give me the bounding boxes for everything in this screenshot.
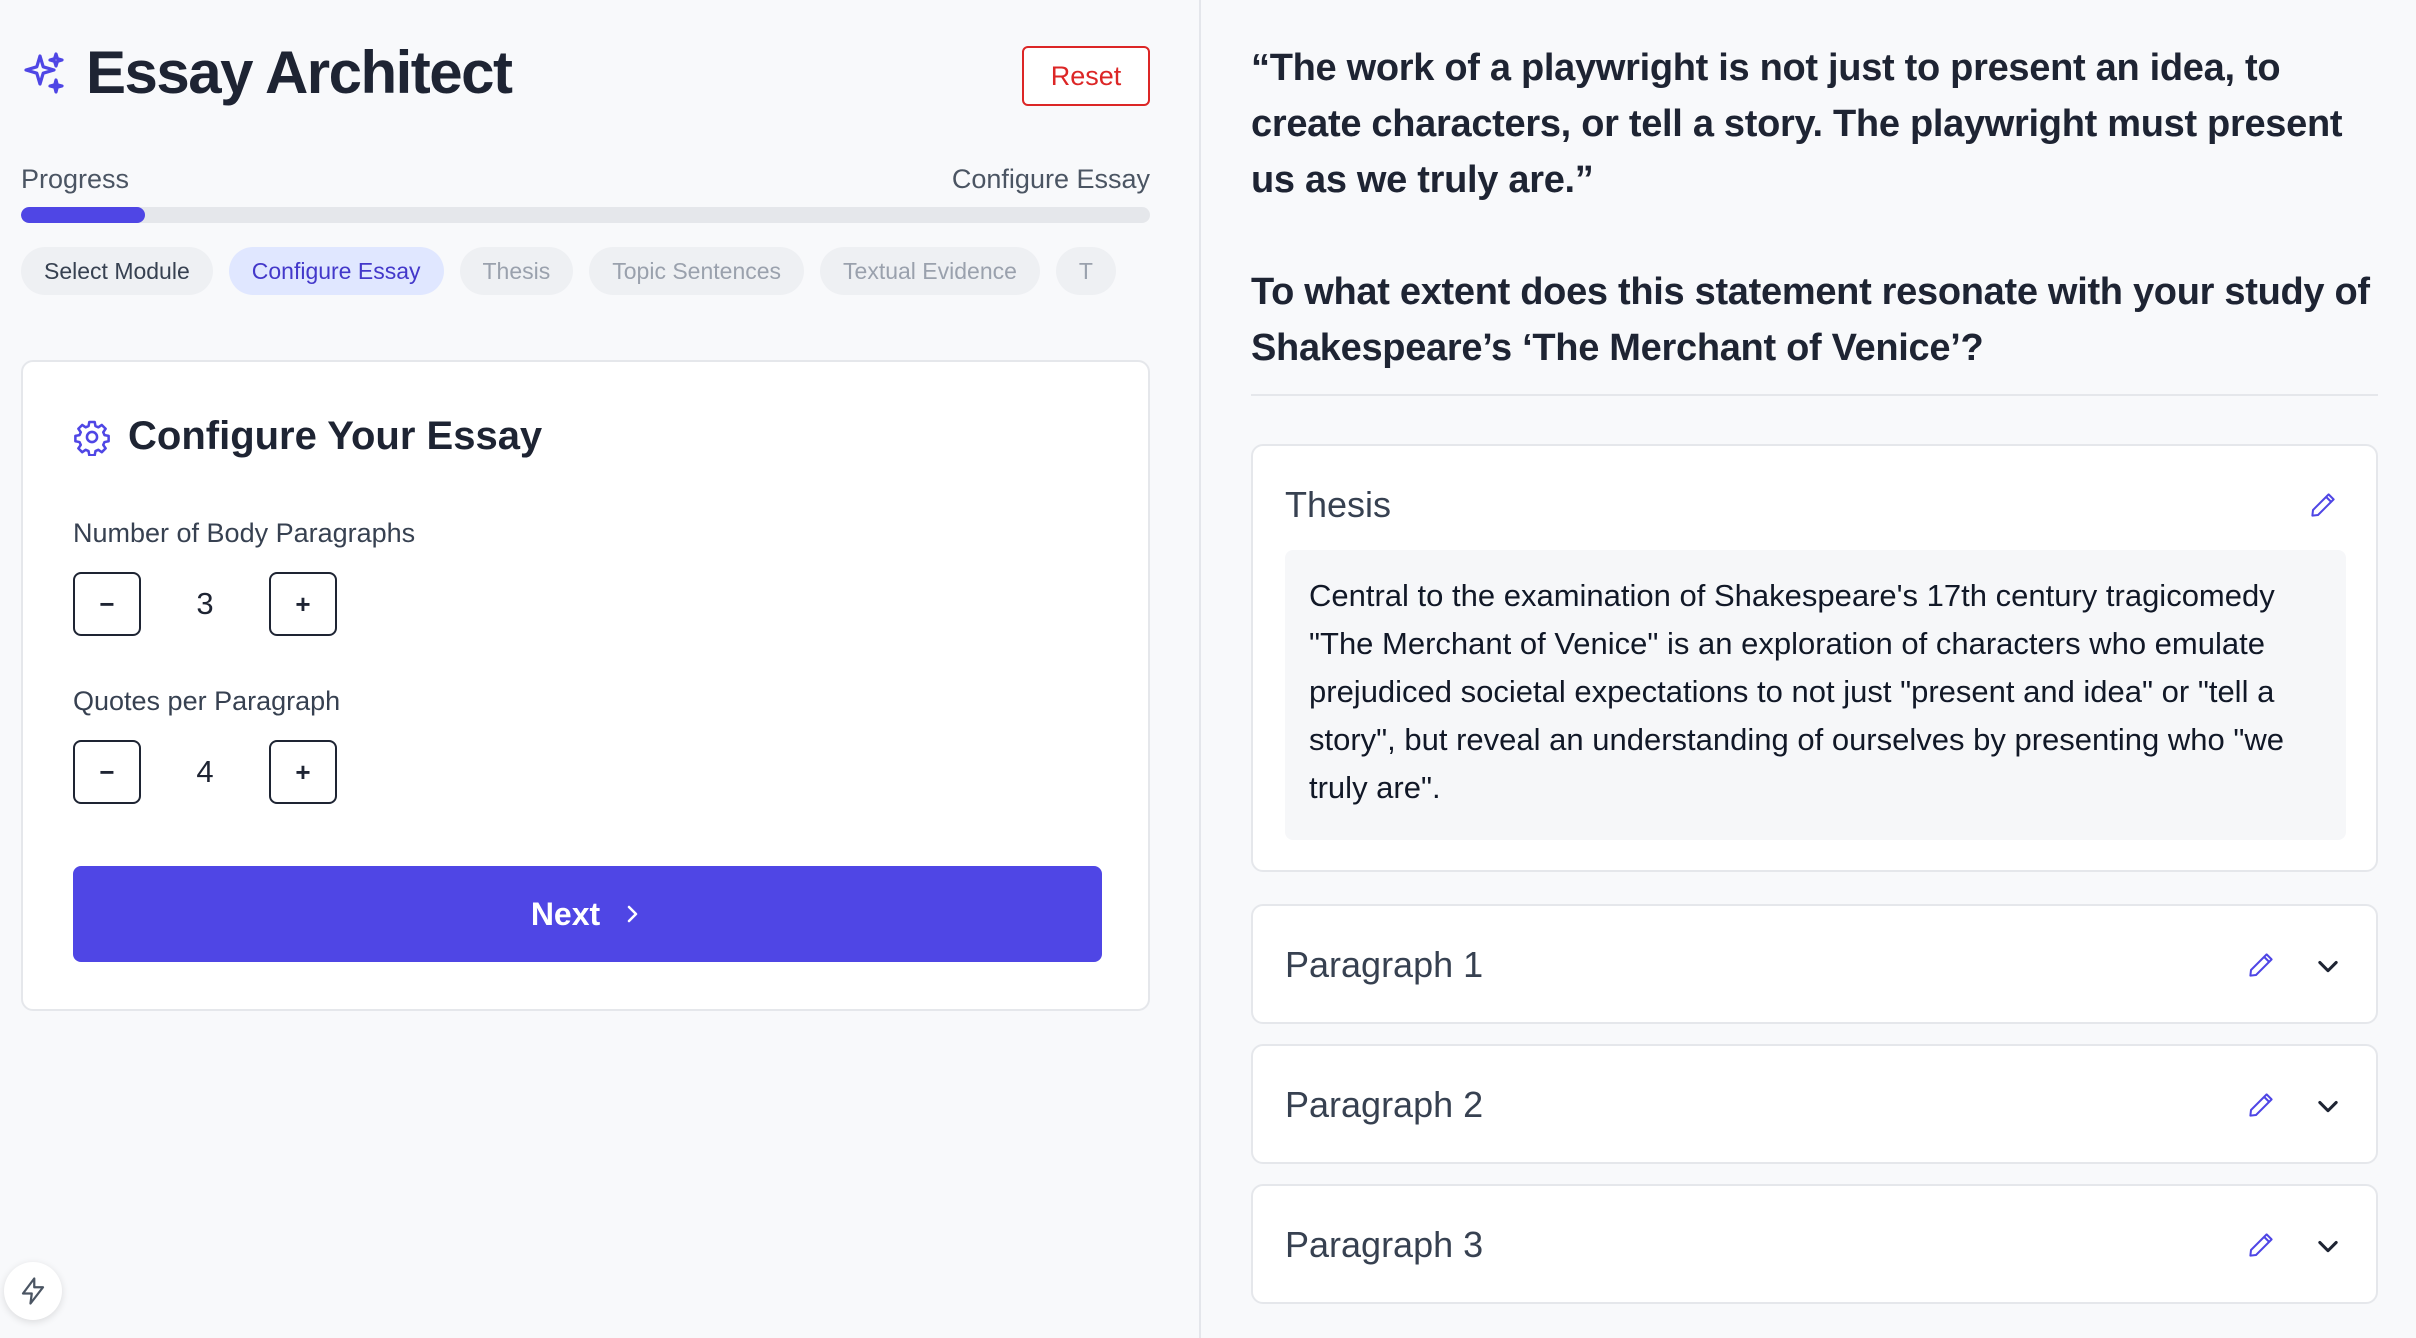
paragraph-title: Paragraph 3	[1285, 1224, 1484, 1265]
app-title: Essay Architect	[86, 39, 513, 106]
paragraph-card-2[interactable]: Paragraph 2	[1251, 1044, 2378, 1164]
paragraph-title: Paragraph 2	[1285, 1084, 1484, 1125]
sparkles-icon	[24, 52, 64, 94]
quick-action-button[interactable]	[4, 1262, 62, 1320]
chevron-down-icon[interactable]	[2314, 1092, 2342, 1120]
reset-button[interactable]: Reset	[1022, 46, 1150, 106]
step-select-module[interactable]: Select Module	[21, 247, 213, 295]
body-paragraphs-label: Number of Body Paragraphs	[73, 518, 416, 548]
thesis-title: Thesis	[1285, 484, 1392, 525]
configure-essay-card: Configure Your Essay Number of Body Para…	[21, 360, 1150, 1011]
pencil-icon[interactable]	[2308, 490, 2338, 520]
next-button-label: Next	[530, 895, 601, 932]
progress-bar	[21, 207, 1150, 223]
chevron-down-icon[interactable]	[2314, 1232, 2342, 1260]
body-paragraphs-increment-button[interactable]: +	[269, 572, 337, 636]
left-pane: Essay Architect Reset Progress Configure…	[0, 0, 1199, 1338]
lightning-bolt-icon	[21, 1277, 45, 1305]
pencil-icon[interactable]	[2246, 950, 2276, 980]
paragraph-card-1[interactable]: Paragraph 1	[1251, 904, 2378, 1024]
quotes-per-paragraph-value: 4	[196, 754, 214, 789]
chevron-right-icon	[627, 905, 638, 923]
gear-icon	[74, 420, 110, 456]
step-thesis[interactable]: Thesis	[459, 247, 574, 295]
progress-label: Progress	[21, 164, 130, 194]
step-topic-sentences[interactable]: Topic Sentences	[589, 247, 805, 295]
pencil-icon[interactable]	[2246, 1230, 2276, 1260]
next-button[interactable]: Next	[73, 866, 1102, 962]
step-textual-evidence[interactable]: Textual Evidence	[820, 247, 1040, 295]
prompt-question: To what extent does this statement reson…	[1251, 271, 2370, 369]
paragraph-title: Paragraph 1	[1285, 944, 1484, 985]
quotes-per-paragraph-label: Quotes per Paragraph	[73, 686, 341, 716]
quotes-decrement-button[interactable]: −	[73, 740, 141, 804]
pencil-icon[interactable]	[2246, 1090, 2276, 1120]
prompt-quote: “The work of a playwright is not just to…	[1251, 47, 2343, 201]
paragraph-card-3[interactable]: Paragraph 3	[1251, 1184, 2378, 1304]
thesis-card: Thesis Central to the examination of Sha…	[1251, 444, 2378, 872]
card-title: Configure Your Essay	[128, 414, 543, 458]
progress-bar-fill	[21, 207, 146, 223]
step-configure-essay[interactable]: Configure Essay	[228, 247, 444, 295]
step-navigation: Select Module Configure Essay Thesis Top…	[21, 247, 1150, 297]
quotes-increment-button[interactable]: +	[269, 740, 337, 804]
prompt-divider	[1251, 394, 2378, 396]
chevron-down-icon[interactable]	[2314, 952, 2342, 980]
progress-current-step: Configure Essay	[951, 164, 1150, 194]
right-pane: “The work of a playwright is not just to…	[1201, 0, 2416, 1338]
thesis-text: Central to the examination of Shakespear…	[1285, 550, 2346, 840]
body-paragraphs-decrement-button[interactable]: −	[73, 572, 141, 636]
step-next-truncated[interactable]: T	[1055, 247, 1116, 295]
body-paragraphs-value: 3	[196, 586, 214, 621]
